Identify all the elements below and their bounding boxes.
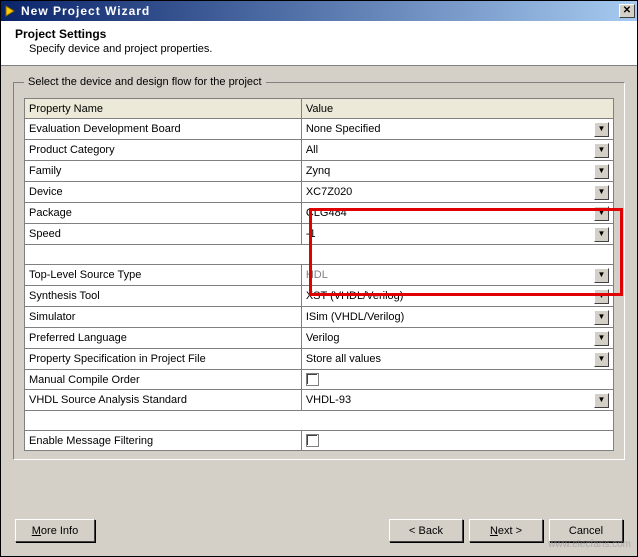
chevron-down-icon[interactable]: ▼ bbox=[594, 268, 609, 283]
more-info-rest: ore Info bbox=[41, 525, 78, 537]
table-row: VHDL Source Analysis Standard VHDL-93 ▼ bbox=[25, 390, 614, 411]
table-row: Device XC7Z020 ▼ bbox=[25, 182, 614, 203]
table-row: Synthesis Tool XST (VHDL/Verilog) ▼ bbox=[25, 286, 614, 307]
accel-n: N bbox=[490, 525, 498, 537]
header-panel: Project Settings Specify device and proj… bbox=[1, 21, 637, 66]
prop-name: Top-Level Source Type bbox=[25, 265, 302, 286]
prop-name: Package bbox=[25, 203, 302, 224]
group-legend: Select the device and design flow for th… bbox=[24, 76, 266, 88]
window-title: New Project Wizard bbox=[21, 4, 619, 18]
prop-value: Verilog ▼ bbox=[301, 328, 613, 349]
prop-name: VHDL Source Analysis Standard bbox=[25, 390, 302, 411]
table-row: Package CLG484 ▼ bbox=[25, 203, 614, 224]
combo-speed[interactable]: -1 ▼ bbox=[306, 226, 609, 242]
prop-value: XC7Z020 ▼ bbox=[301, 182, 613, 203]
prop-name: Enable Message Filtering bbox=[25, 431, 302, 451]
prop-value: HDL ▼ bbox=[301, 265, 613, 286]
chevron-down-icon[interactable]: ▼ bbox=[594, 310, 609, 325]
prop-value: ISim (VHDL/Verilog) ▼ bbox=[301, 307, 613, 328]
prop-value: None Specified ▼ bbox=[301, 119, 613, 140]
table-row: Preferred Language Verilog ▼ bbox=[25, 328, 614, 349]
col-property-name: Property Name bbox=[25, 99, 302, 119]
chevron-down-icon[interactable]: ▼ bbox=[594, 185, 609, 200]
back-button[interactable]: < Back bbox=[389, 519, 463, 542]
prop-value: Zynq ▼ bbox=[301, 161, 613, 182]
chevron-down-icon[interactable]: ▼ bbox=[594, 331, 609, 346]
cancel-button[interactable]: Cancel bbox=[549, 519, 623, 542]
table-row: Property Specification in Project File S… bbox=[25, 349, 614, 370]
chevron-down-icon[interactable]: ▼ bbox=[594, 227, 609, 242]
table-row: Family Zynq ▼ bbox=[25, 161, 614, 182]
combo-synthesis-tool[interactable]: XST (VHDL/Verilog) ▼ bbox=[306, 288, 609, 304]
prop-name: Manual Compile Order bbox=[25, 370, 302, 390]
chevron-down-icon[interactable]: ▼ bbox=[594, 289, 609, 304]
chevron-down-icon[interactable]: ▼ bbox=[594, 122, 609, 137]
prop-value bbox=[301, 431, 613, 451]
prop-value: VHDL-93 ▼ bbox=[301, 390, 613, 411]
prop-value: -1 ▼ bbox=[301, 224, 613, 245]
combo-simulator[interactable]: ISim (VHDL/Verilog) ▼ bbox=[306, 309, 609, 325]
table-row: Simulator ISim (VHDL/Verilog) ▼ bbox=[25, 307, 614, 328]
combo-eval-board[interactable]: None Specified ▼ bbox=[306, 121, 609, 137]
checkbox-manual-compile-order[interactable] bbox=[306, 373, 319, 386]
titlebar: New Project Wizard ✕ bbox=[1, 1, 637, 21]
prop-name: Synthesis Tool bbox=[25, 286, 302, 307]
body-panel: Select the device and design flow for th… bbox=[1, 66, 637, 468]
close-button[interactable]: ✕ bbox=[619, 4, 635, 18]
combo-device[interactable]: XC7Z020 ▼ bbox=[306, 184, 609, 200]
col-value: Value bbox=[301, 99, 613, 119]
checkbox-enable-message-filtering[interactable] bbox=[306, 434, 319, 447]
prop-value: All ▼ bbox=[301, 140, 613, 161]
accel-m: M bbox=[32, 525, 41, 537]
combo-family[interactable]: Zynq ▼ bbox=[306, 163, 609, 179]
table-row: Enable Message Filtering bbox=[25, 431, 614, 451]
chevron-down-icon[interactable]: ▼ bbox=[594, 164, 609, 179]
chevron-down-icon[interactable]: ▼ bbox=[594, 206, 609, 221]
combo-top-level-source[interactable]: HDL ▼ bbox=[306, 267, 609, 283]
next-rest: ext > bbox=[498, 525, 522, 537]
table-row: Speed -1 ▼ bbox=[25, 224, 614, 245]
chevron-down-icon[interactable]: ▼ bbox=[594, 393, 609, 408]
prop-name: Preferred Language bbox=[25, 328, 302, 349]
prop-name: Property Specification in Project File bbox=[25, 349, 302, 370]
combo-package[interactable]: CLG484 ▼ bbox=[306, 205, 609, 221]
footer-bar: More Info < Back Next > Cancel bbox=[1, 509, 637, 556]
properties-table: Property Name Value Evaluation Developme… bbox=[24, 98, 614, 451]
prop-name: Simulator bbox=[25, 307, 302, 328]
table-spacer bbox=[25, 245, 614, 265]
next-button[interactable]: Next > bbox=[469, 519, 543, 542]
combo-vhdl-standard[interactable]: VHDL-93 ▼ bbox=[306, 392, 609, 408]
wizard-window: New Project Wizard ✕ Project Settings Sp… bbox=[0, 0, 638, 557]
chevron-down-icon[interactable]: ▼ bbox=[594, 143, 609, 158]
prop-value: Store all values ▼ bbox=[301, 349, 613, 370]
table-row: Evaluation Development Board None Specif… bbox=[25, 119, 614, 140]
device-group: Select the device and design flow for th… bbox=[13, 76, 625, 460]
combo-product-category[interactable]: All ▼ bbox=[306, 142, 609, 158]
table-row: Product Category All ▼ bbox=[25, 140, 614, 161]
prop-name: Device bbox=[25, 182, 302, 203]
combo-property-spec[interactable]: Store all values ▼ bbox=[306, 351, 609, 367]
combo-preferred-language[interactable]: Verilog ▼ bbox=[306, 330, 609, 346]
prop-value bbox=[301, 370, 613, 390]
prop-name: Speed bbox=[25, 224, 302, 245]
page-subtitle: Specify device and project properties. bbox=[29, 43, 623, 55]
prop-name: Family bbox=[25, 161, 302, 182]
prop-value: XST (VHDL/Verilog) ▼ bbox=[301, 286, 613, 307]
prop-value: CLG484 ▼ bbox=[301, 203, 613, 224]
prop-name: Product Category bbox=[25, 140, 302, 161]
table-spacer bbox=[25, 411, 614, 431]
chevron-down-icon[interactable]: ▼ bbox=[594, 352, 609, 367]
table-header-row: Property Name Value bbox=[25, 99, 614, 119]
prop-name: Evaluation Development Board bbox=[25, 119, 302, 140]
table-row: Manual Compile Order bbox=[25, 370, 614, 390]
app-icon bbox=[3, 4, 17, 18]
table-row: Top-Level Source Type HDL ▼ bbox=[25, 265, 614, 286]
page-title: Project Settings bbox=[15, 27, 623, 41]
more-info-button[interactable]: More Info bbox=[15, 519, 95, 542]
